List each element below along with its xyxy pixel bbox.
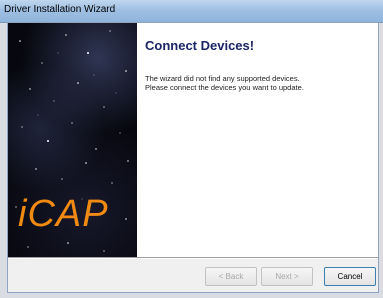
title-bar[interactable]: Driver Installation Wizard [0,0,383,23]
back-button[interactable]: < Back [205,267,257,286]
message-line-1: The wizard did not find any supported de… [145,74,300,83]
page-heading: Connect Devices! [145,38,255,53]
message-line-2: Please connect the devices you want to u… [145,83,304,92]
content-panel: Connect Devices! The wizard did not find… [137,23,378,257]
message-text: The wizard did not find any supported de… [145,74,373,92]
cancel-button[interactable]: Cancel [324,267,376,286]
wizard-frame: iCAP Connect Devices! The wizard did not… [7,22,379,293]
wizard-window: Driver Installation Wizard iCAP Connect … [0,0,383,298]
window-title: Driver Installation Wizard [4,4,116,15]
footer-separator [8,257,378,259]
brand-logo: iCAP [18,193,109,235]
side-banner: iCAP [8,23,137,257]
next-button[interactable]: Next > [261,267,313,286]
